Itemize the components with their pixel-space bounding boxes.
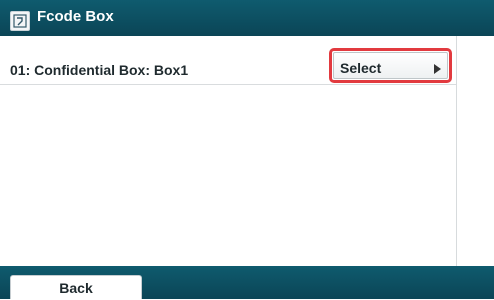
scroll-area-divider [456,36,457,266]
fcode-box-icon [10,11,30,31]
back-button-label: Back [59,280,93,296]
list-item: 01: Confidential Box: Box1 Select [0,36,456,85]
box-list: 01: Confidential Box: Box1 Select [0,36,494,266]
select-button-label: Select [340,60,382,76]
footer-bar: Back [0,266,494,299]
select-button-face[interactable]: Select [333,52,448,79]
row-divider [0,84,456,85]
box-name: 01: Confidential Box: Box1 [10,62,189,78]
page-title: Fcode Box [37,8,114,25]
select-button[interactable]: Select [329,48,452,83]
back-button[interactable]: Back [10,275,142,299]
play-arrow-icon [434,64,441,74]
title-bar: Fcode Box [0,0,494,36]
